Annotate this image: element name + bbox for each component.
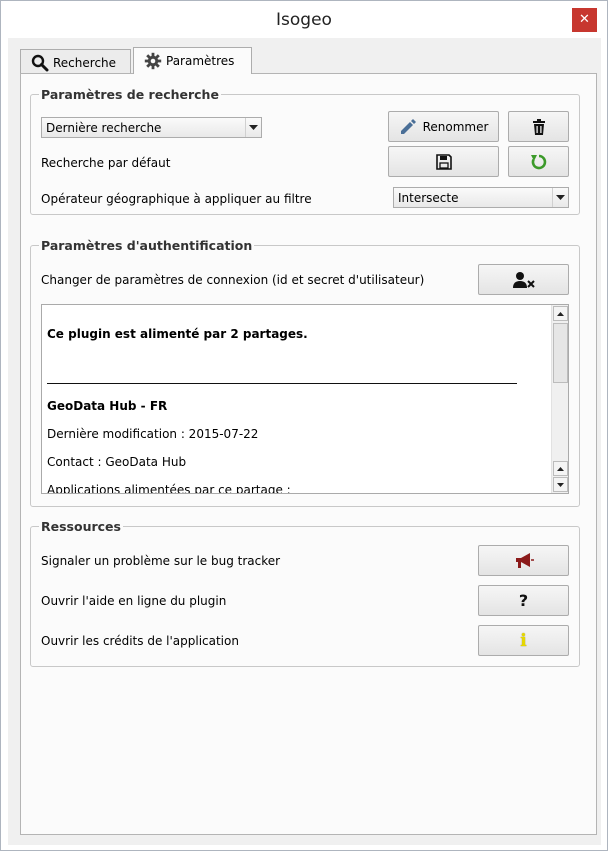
title-bar: Isogeo ✕	[1, 1, 607, 39]
parametres-panel: Paramètres de recherche Dernière recherc…	[20, 73, 597, 835]
geo-operator-select[interactable]: Intersecte	[393, 187, 569, 208]
scroll-up-button-lower[interactable]	[553, 461, 568, 476]
search-params-group: Paramètres de recherche Dernière recherc…	[30, 87, 580, 215]
chevron-down-icon	[245, 118, 261, 137]
tab-parametres[interactable]: Paramètres	[133, 47, 252, 74]
refresh-icon	[530, 154, 546, 169]
resources-title: Ressources	[39, 519, 123, 534]
geo-operator-value: Intersecte	[398, 191, 459, 205]
scroll-thumb[interactable]	[553, 323, 568, 383]
bug-tracker-button[interactable]	[478, 545, 569, 576]
tab-parametres-label: Paramètres	[166, 54, 235, 68]
pencil-icon	[400, 118, 416, 134]
client-area: Recherche Paramètres Paramètres de reche…	[8, 38, 601, 845]
share-name: GeoData Hub - FR	[47, 399, 168, 413]
change-connection-button[interactable]	[478, 264, 569, 295]
scroll-down-button[interactable]	[553, 477, 568, 492]
saved-search-value: Dernière recherche	[46, 121, 162, 135]
saved-search-select[interactable]: Dernière recherche	[41, 117, 262, 138]
save-default-button[interactable]	[388, 146, 499, 177]
share-last-modified: Dernière modification : 2015-07-22	[47, 427, 259, 441]
info-icon: i	[520, 630, 527, 651]
scroll-up-icon	[557, 466, 564, 471]
window-title: Isogeo	[276, 10, 332, 30]
search-params-title: Paramètres de recherche	[39, 87, 221, 102]
user-remove-icon	[512, 271, 535, 288]
auth-group: Paramètres d'authentification Changer de…	[30, 238, 580, 507]
resources-group: Ressources Signaler un problème sur le b…	[30, 519, 580, 667]
question-icon: ?	[518, 591, 529, 610]
close-icon: ✕	[579, 12, 590, 27]
shares-heading: Ce plugin est alimenté par 2 partages.	[47, 327, 308, 341]
shares-info-textbox[interactable]: Ce plugin est alimenté par 2 partages. G…	[41, 304, 569, 494]
rename-button[interactable]: Renommer	[388, 111, 499, 142]
scroll-up-icon	[557, 311, 564, 316]
search-icon	[31, 54, 49, 71]
close-button[interactable]: ✕	[572, 8, 597, 32]
share-contact: Contact : GeoData Hub	[47, 455, 187, 469]
auth-title: Paramètres d'authentification	[39, 238, 255, 253]
textbox-scrollbar[interactable]	[551, 305, 568, 493]
geo-operator-label: Opérateur géographique à appliquer au fi…	[41, 192, 312, 206]
scroll-up-button[interactable]	[553, 306, 568, 321]
credits-label: Ouvrir les crédits de l'application	[41, 634, 239, 648]
bug-tracker-label: Signaler un problème sur le bug tracker	[41, 554, 281, 568]
chevron-down-icon	[552, 188, 568, 207]
scroll-down-icon	[557, 482, 564, 487]
megaphone-icon	[515, 552, 534, 568]
separator-line	[47, 383, 517, 384]
credits-button[interactable]: i	[478, 625, 569, 656]
rename-label: Renommer	[422, 119, 489, 134]
online-help-label: Ouvrir l'aide en ligne du plugin	[41, 594, 227, 608]
tab-recherche-label: Recherche	[53, 55, 117, 70]
floppy-disk-icon	[435, 153, 452, 170]
isogeo-window: Isogeo ✕ Recherche Paramètres Paramètres…	[0, 0, 608, 851]
reset-default-button[interactable]	[508, 146, 569, 177]
tab-recherche[interactable]: Recherche	[20, 49, 131, 75]
default-search-label: Recherche par défaut	[41, 156, 171, 170]
change-connection-label: Changer de paramètres de connexion (id e…	[41, 273, 425, 287]
delete-button[interactable]	[508, 111, 569, 142]
trash-icon	[532, 118, 545, 135]
online-help-button[interactable]: ?	[478, 585, 569, 616]
share-apps: Applications alimentées par ce partage :	[47, 483, 291, 494]
gear-icon	[144, 52, 162, 70]
